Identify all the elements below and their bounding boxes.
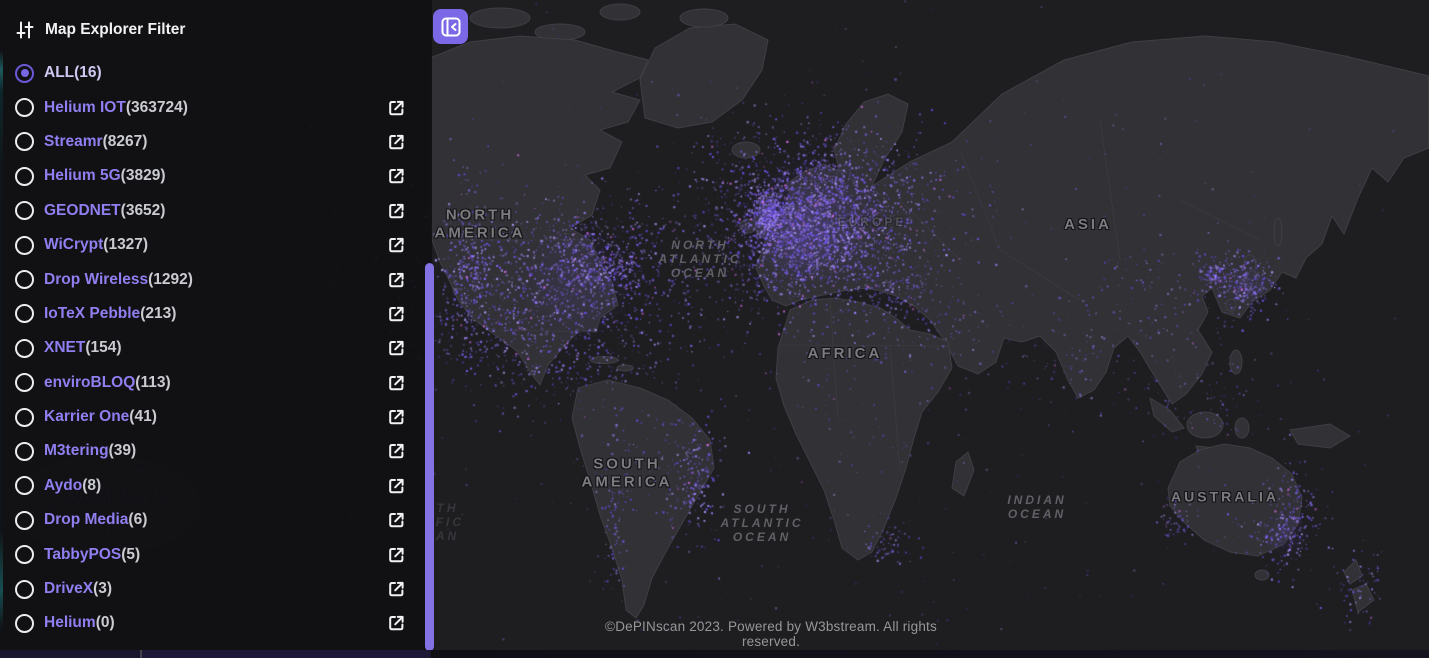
filter-count: (39) <box>109 442 137 460</box>
filter-label: WiCrypt <box>44 236 103 254</box>
external-link-icon[interactable] <box>387 545 406 564</box>
filter-label: Helium <box>44 614 96 632</box>
filter-option[interactable]: DriveX (3) <box>0 572 432 606</box>
external-link-icon[interactable] <box>387 614 406 633</box>
filter-option[interactable]: XNET (154) <box>0 331 432 365</box>
filter-count: (213) <box>140 305 176 323</box>
map-edge-artifact <box>0 50 3 650</box>
filter-option[interactable]: IoTeX Pebble (213) <box>0 297 432 331</box>
collapse-sidebar-button[interactable] <box>433 9 468 44</box>
radio-icon[interactable] <box>15 132 34 151</box>
radio-icon[interactable] <box>15 167 34 186</box>
external-link-icon[interactable] <box>387 270 406 289</box>
panel-title: Map Explorer Filter <box>45 21 185 39</box>
filter-count: (363724) <box>126 99 188 117</box>
filter-option[interactable]: GEODNET (3652) <box>0 194 432 228</box>
external-link-icon[interactable] <box>387 201 406 220</box>
filter-option[interactable]: Karrier One (41) <box>0 400 432 434</box>
filter-count: (6) <box>128 511 147 529</box>
filter-label: IoTeX Pebble <box>44 305 140 323</box>
filter-option[interactable]: Streamr (8267) <box>0 125 432 159</box>
map-explorer-page: NORTHAMERICASOUTHAMERICAAFRICAASIAEUROPE… <box>0 0 1429 658</box>
filter-count: (3) <box>93 580 112 598</box>
filter-count: (0) <box>96 614 115 632</box>
copyright-attribution: ©DePINscan 2023. Powered by W3bstream. A… <box>575 619 967 649</box>
filter-count: (5) <box>121 546 140 564</box>
radio-icon[interactable] <box>15 545 34 564</box>
filter-label: Streamr <box>44 133 103 151</box>
filter-option[interactable]: ALL (16) <box>0 56 432 90</box>
radio-icon[interactable] <box>15 373 34 392</box>
filter-count: (8267) <box>103 133 148 151</box>
filter-option[interactable]: Drop Media (6) <box>0 503 432 537</box>
radio-icon[interactable] <box>15 339 34 358</box>
filter-label: Drop Wireless <box>44 271 148 289</box>
filter-label: ALL <box>44 64 74 82</box>
filter-label: Aydo <box>44 477 82 495</box>
external-link-icon[interactable] <box>387 339 406 358</box>
filter-label: GEODNET <box>44 202 121 220</box>
radio-icon[interactable] <box>15 476 34 495</box>
filter-option[interactable]: Aydo (8) <box>0 469 432 503</box>
filter-label: Karrier One <box>44 408 129 426</box>
filter-label: XNET <box>44 339 85 357</box>
filter-count: (154) <box>85 339 121 357</box>
filter-count: (8) <box>82 477 101 495</box>
radio-icon[interactable] <box>15 614 34 633</box>
filter-label: M3tering <box>44 442 109 460</box>
sliders-icon <box>15 20 35 40</box>
filter-count: (1327) <box>103 236 148 254</box>
page-bottom-strip <box>0 650 1429 658</box>
radio-icon[interactable] <box>15 236 34 255</box>
external-link-icon[interactable] <box>387 304 406 323</box>
filter-option[interactable]: WiCrypt (1327) <box>0 228 432 262</box>
radio-icon[interactable] <box>15 98 34 117</box>
filter-count: (41) <box>129 408 157 426</box>
filter-label: Helium IOT <box>44 99 126 117</box>
filter-count: (3652) <box>121 202 166 220</box>
external-link-icon[interactable] <box>387 511 406 530</box>
external-link-icon[interactable] <box>387 167 406 186</box>
filter-count: (3829) <box>121 167 166 185</box>
external-link-icon[interactable] <box>387 476 406 495</box>
radio-icon[interactable] <box>15 304 34 323</box>
external-link-icon[interactable] <box>387 580 406 599</box>
filter-option[interactable]: TabbyPOS (5) <box>0 537 432 571</box>
filter-option[interactable]: Helium (0) <box>0 606 432 640</box>
filter-list: ALL (16) Helium IOT (363724) Streamr (82… <box>0 56 432 641</box>
filter-option[interactable]: Helium IOT (363724) <box>0 90 432 124</box>
external-link-icon[interactable] <box>387 373 406 392</box>
radio-icon[interactable] <box>15 442 34 461</box>
filter-label: DriveX <box>44 580 93 598</box>
external-link-icon[interactable] <box>387 408 406 427</box>
radio-icon[interactable] <box>15 511 34 530</box>
panel-header: Map Explorer Filter <box>0 0 432 46</box>
radio-icon[interactable] <box>15 64 34 83</box>
scrollbar-thumb[interactable] <box>425 263 434 651</box>
filter-count: (1292) <box>148 271 193 289</box>
filter-label: Drop Media <box>44 511 128 529</box>
external-link-icon[interactable] <box>387 98 406 117</box>
filter-label: enviroBLOQ <box>44 374 135 392</box>
radio-icon[interactable] <box>15 580 34 599</box>
external-link-icon[interactable] <box>387 442 406 461</box>
filter-count: (16) <box>74 64 102 82</box>
radio-icon[interactable] <box>15 408 34 427</box>
map-explorer-filter-panel: Map Explorer Filter ALL (16) Helium IOT … <box>0 0 432 650</box>
filter-option[interactable]: enviroBLOQ (113) <box>0 366 432 400</box>
external-link-icon[interactable] <box>387 132 406 151</box>
external-link-icon[interactable] <box>387 236 406 255</box>
filter-option[interactable]: Helium 5G (3829) <box>0 159 432 193</box>
collapse-panel-icon <box>440 16 462 38</box>
radio-icon[interactable] <box>15 201 34 220</box>
filter-label: Helium 5G <box>44 167 121 185</box>
radio-icon[interactable] <box>15 270 34 289</box>
filter-option[interactable]: M3tering (39) <box>0 434 432 468</box>
filter-count: (113) <box>135 374 170 392</box>
filter-option[interactable]: Drop Wireless (1292) <box>0 262 432 296</box>
filter-label: TabbyPOS <box>44 546 121 564</box>
